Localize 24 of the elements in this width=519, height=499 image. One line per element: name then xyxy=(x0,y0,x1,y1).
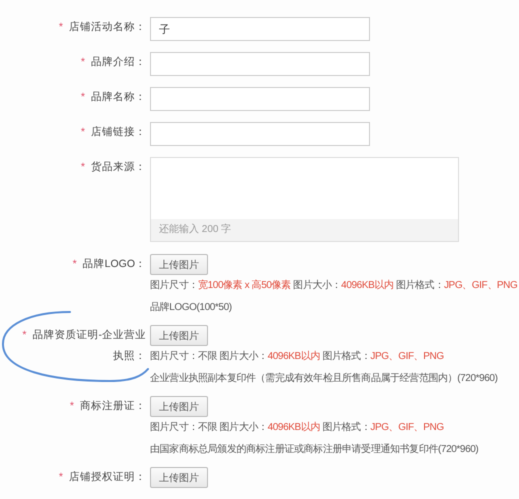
text-field[interactable] xyxy=(150,87,370,111)
image-requirements: 图片尺寸：不限 图片大小：4096KB以内 图片格式：JPG、GIF、PNG xyxy=(150,350,445,364)
field-label: * 品牌名称： xyxy=(80,90,146,105)
upload-image-button[interactable]: 上传图片 xyxy=(150,396,208,417)
field-label: * 店铺授权证明： xyxy=(58,470,146,485)
field-label: * 品牌资质证明-企业营业执照： xyxy=(22,328,146,364)
upload-note: 由国家商标总局颁发的商标注册证或商标注册申请受理通知书复印件(720*960) xyxy=(150,442,480,457)
character-counter: 还能输入 200 字 xyxy=(151,219,458,241)
upload-note: 品牌LOGO(100*50) xyxy=(150,301,233,315)
field-label: * 商标注册证： xyxy=(68,399,146,414)
image-requirements: 图片尺寸：不限 图片大小：4096KB以内 图片格式：JPG、GIF、PNG xyxy=(150,420,445,435)
field-label: * 品牌LOGO： xyxy=(72,257,146,272)
image-requirements: 图片尺寸：宽100像素 x 高50像素 图片大小：4096KB以内 图片格式：JPG、GIF、PNG xyxy=(150,278,518,293)
text-field[interactable] xyxy=(150,52,370,76)
upload-image-button[interactable]: 上传图片 xyxy=(150,467,208,488)
field-label: * 货品来源： xyxy=(80,160,146,175)
upload-note: 企业营业执照副本复印件（需完成有效年检且所售商品属于经营范围内）(720*960) xyxy=(150,372,499,386)
text-field[interactable]: 子 xyxy=(150,17,370,41)
upload-image-button[interactable]: 上传图片 xyxy=(150,325,208,346)
field-label: * 品牌介绍： xyxy=(80,55,146,70)
field-label: * 店铺活动名称： xyxy=(58,20,146,35)
text-field[interactable] xyxy=(150,122,370,146)
upload-image-button[interactable]: 上传图片 xyxy=(150,254,208,275)
field-label: * 店铺链接： xyxy=(80,125,146,140)
